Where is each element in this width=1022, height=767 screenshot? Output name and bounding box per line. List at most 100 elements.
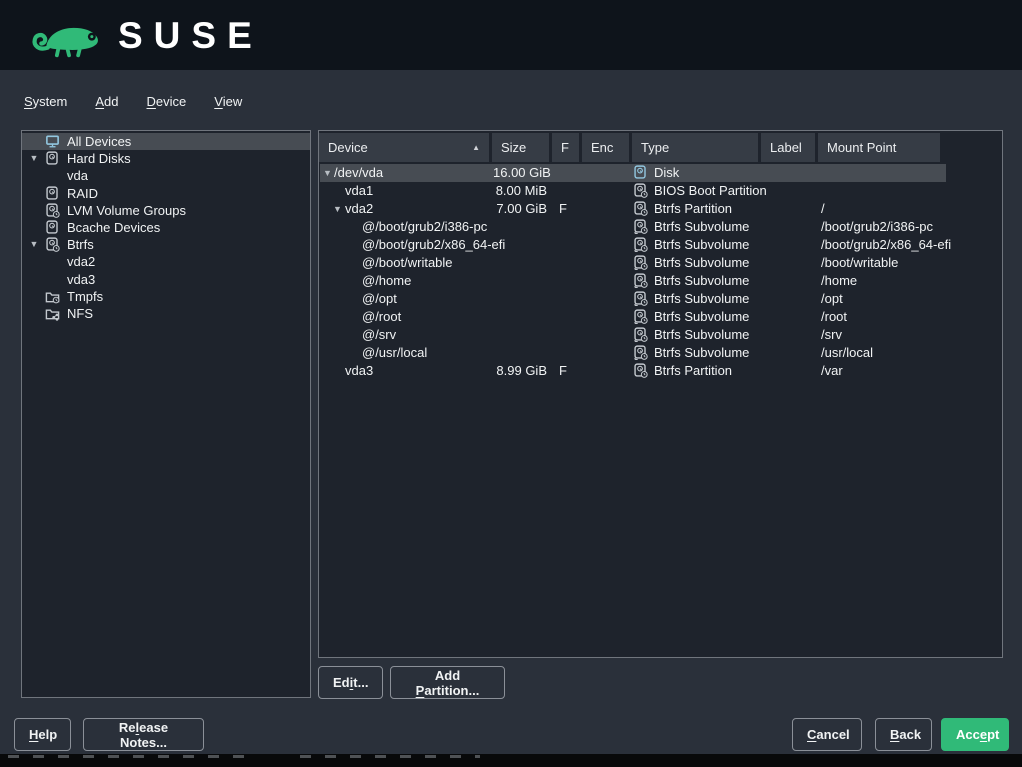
column-header-f[interactable]: F bbox=[552, 133, 579, 162]
mount-point-cell: /usr/local bbox=[821, 344, 873, 362]
menu-item-add[interactable]: Add bbox=[95, 94, 118, 109]
sidebar-item-label: NFS bbox=[67, 305, 93, 322]
column-header-label: Type bbox=[641, 140, 669, 155]
sidebar-item-hard-disks[interactable]: ▼ Hard Disks bbox=[22, 150, 310, 167]
sidebar-item-nfs[interactable]: NFS bbox=[22, 305, 310, 322]
mount-point-cell: / bbox=[821, 200, 825, 218]
menu-bar: System Add Device View bbox=[24, 94, 242, 109]
sidebar-item-label: Tmpfs bbox=[67, 288, 103, 305]
subvolume-icon bbox=[633, 237, 648, 252]
clipped-terminal-strip bbox=[0, 754, 1022, 767]
subvolume-icon bbox=[633, 273, 648, 288]
sidebar-item-tmpfs[interactable]: Tmpfs bbox=[22, 288, 310, 305]
mount-point-cell: /srv bbox=[821, 326, 842, 344]
bcache-icon bbox=[45, 220, 60, 235]
table-row[interactable]: @/srv Btrfs Subvolume/srv bbox=[320, 326, 1003, 344]
sidebar-item-all-devices[interactable]: All Devices bbox=[22, 133, 310, 150]
size-cell: 16.00 GiB bbox=[493, 164, 547, 182]
clipped-text-fragment bbox=[8, 755, 258, 758]
release-notes-button[interactable]: Release Notes... bbox=[83, 718, 204, 751]
devices-table-panel: Device▲Size F Enc Type Label Mount Point ▼ /de… bbox=[318, 130, 1003, 658]
mount-point-cell: /var bbox=[821, 362, 843, 380]
sort-arrow-icon: ▲ bbox=[472, 133, 480, 162]
type-cell: Btrfs Subvolume bbox=[654, 236, 749, 254]
size-cell: 7.00 GiB bbox=[493, 200, 547, 218]
computer-icon bbox=[45, 134, 60, 149]
suse-chameleon-icon bbox=[28, 8, 104, 63]
sidebar-item-lvm-volume-groups[interactable]: LVM Volume Groups bbox=[22, 202, 310, 219]
table-row[interactable]: @/root Btrfs Subvolume/root bbox=[320, 308, 1003, 326]
help-button[interactable]: Help bbox=[14, 718, 71, 751]
table-row[interactable]: ▼/dev/vda16.00 GiB Disk bbox=[320, 164, 1003, 182]
format-flag-cell: F bbox=[559, 200, 567, 218]
menu-item-device[interactable]: Device bbox=[147, 94, 187, 109]
expander-icon[interactable]: ▼ bbox=[333, 200, 345, 218]
sidebar-item-label: Bcache Devices bbox=[67, 219, 160, 236]
accept-button[interactable]: Accept bbox=[941, 718, 1009, 751]
column-header-enc[interactable]: Enc bbox=[582, 133, 629, 162]
table-row[interactable]: @/usr/local Btrfs Subvolume/usr/local bbox=[320, 344, 1003, 362]
yast-partitioner-window: SUSE SystemAddDeviceView All Devices▼ Ha… bbox=[0, 0, 1022, 767]
menu-item-view[interactable]: View bbox=[214, 94, 242, 109]
type-cell: Btrfs Subvolume bbox=[654, 290, 749, 308]
device-tree: All Devices▼ Hard Disksvda RAID LVM Volu… bbox=[22, 131, 310, 322]
back-button[interactable]: Back bbox=[875, 718, 932, 751]
type-cell: Btrfs Subvolume bbox=[654, 344, 749, 362]
cancel-button[interactable]: Cancel bbox=[792, 718, 862, 751]
device-cell: @/root bbox=[362, 308, 401, 326]
table-row[interactable]: @/boot/grub2/x86_64-efi Btrfs Subvolume /… bbox=[320, 236, 1003, 254]
column-header-size[interactable]: Size bbox=[492, 133, 549, 162]
table-row[interactable]: @/opt Btrfs Subvolume/opt bbox=[320, 290, 1003, 308]
column-header-device[interactable]: Device▲ bbox=[319, 133, 489, 162]
sidebar-item-label: RAID bbox=[67, 185, 98, 202]
sidebar-item-raid[interactable]: RAID bbox=[22, 185, 310, 202]
sidebar-item-btrfs[interactable]: ▼ Btrfs bbox=[22, 236, 310, 253]
menu-item-system[interactable]: System bbox=[24, 94, 67, 109]
type-cell: Btrfs Subvolume bbox=[654, 218, 749, 236]
device-cell: @/opt bbox=[362, 290, 397, 308]
table-row[interactable]: @/home Btrfs Subvolume/home bbox=[320, 272, 1003, 290]
device-cell: /dev/vda bbox=[334, 164, 383, 182]
expander-icon[interactable]: ▼ bbox=[27, 150, 41, 167]
column-header-label[interactable]: Label bbox=[761, 133, 815, 162]
table-row[interactable]: vda18.00 MiB BIOS Boot Partition bbox=[320, 182, 1003, 200]
type-cell: Btrfs Partition bbox=[654, 200, 732, 218]
device-cell: @/usr/local bbox=[362, 344, 427, 362]
table-row[interactable]: @/boot/writable Btrfs Subvolume/boot/wri… bbox=[320, 254, 1003, 272]
table-row[interactable]: vda38.99 GiBF Btrfs Partition/var bbox=[320, 362, 1003, 380]
sidebar-item-vda3[interactable]: vda3 bbox=[22, 271, 310, 288]
disk-icon bbox=[633, 165, 648, 180]
column-header-label: Mount Point bbox=[827, 140, 896, 155]
device-cell: vda3 bbox=[345, 362, 373, 380]
device-cell: vda2 bbox=[345, 200, 373, 218]
sidebar-item-vda[interactable]: vda bbox=[22, 167, 310, 184]
expander-icon[interactable]: ▼ bbox=[27, 236, 41, 253]
sidebar-item-label: vda2 bbox=[67, 253, 95, 270]
sidebar-item-label: Hard Disks bbox=[67, 150, 131, 167]
sidebar-item-bcache-devices[interactable]: Bcache Devices bbox=[22, 219, 310, 236]
type-cell: Btrfs Subvolume bbox=[654, 308, 749, 326]
device-tree-panel: All Devices▼ Hard Disksvda RAID LVM Volu… bbox=[21, 130, 311, 698]
mount-point-cell: /boot/grub2/x86_64-efi bbox=[821, 236, 951, 254]
device-cell: vda1 bbox=[345, 182, 373, 200]
table-row[interactable]: @/boot/grub2/i386-pc Btrfs Subvolume/boo… bbox=[320, 218, 1003, 236]
sidebar-item-vda2[interactable]: vda2 bbox=[22, 253, 310, 270]
add-partition-button[interactable]: Add Partition... bbox=[390, 666, 505, 699]
size-cell: 8.99 GiB bbox=[493, 362, 547, 380]
column-header-label: F bbox=[561, 140, 569, 155]
type-cell: BIOS Boot Partition bbox=[654, 182, 767, 200]
device-cell: @/srv bbox=[362, 326, 396, 344]
lvm-icon bbox=[45, 203, 60, 218]
hard-disk-icon bbox=[45, 151, 60, 166]
sidebar-item-label: vda bbox=[67, 167, 88, 184]
subvolume-icon bbox=[633, 309, 648, 324]
raid-icon bbox=[45, 186, 60, 201]
device-cell: @/boot/grub2/x86_64-efi bbox=[362, 236, 505, 254]
mount-point-cell: /boot/grub2/i386-pc bbox=[821, 218, 933, 236]
edit-button[interactable]: Edit... bbox=[318, 666, 383, 699]
subvolume-icon bbox=[633, 327, 648, 342]
column-header-type[interactable]: Type bbox=[632, 133, 758, 162]
sidebar-item-label: Btrfs bbox=[67, 236, 94, 253]
column-header-mount-point[interactable]: Mount Point bbox=[818, 133, 940, 162]
table-row[interactable]: ▼vda2 7.00 GiB F Btrfs Partition / bbox=[320, 200, 1003, 218]
